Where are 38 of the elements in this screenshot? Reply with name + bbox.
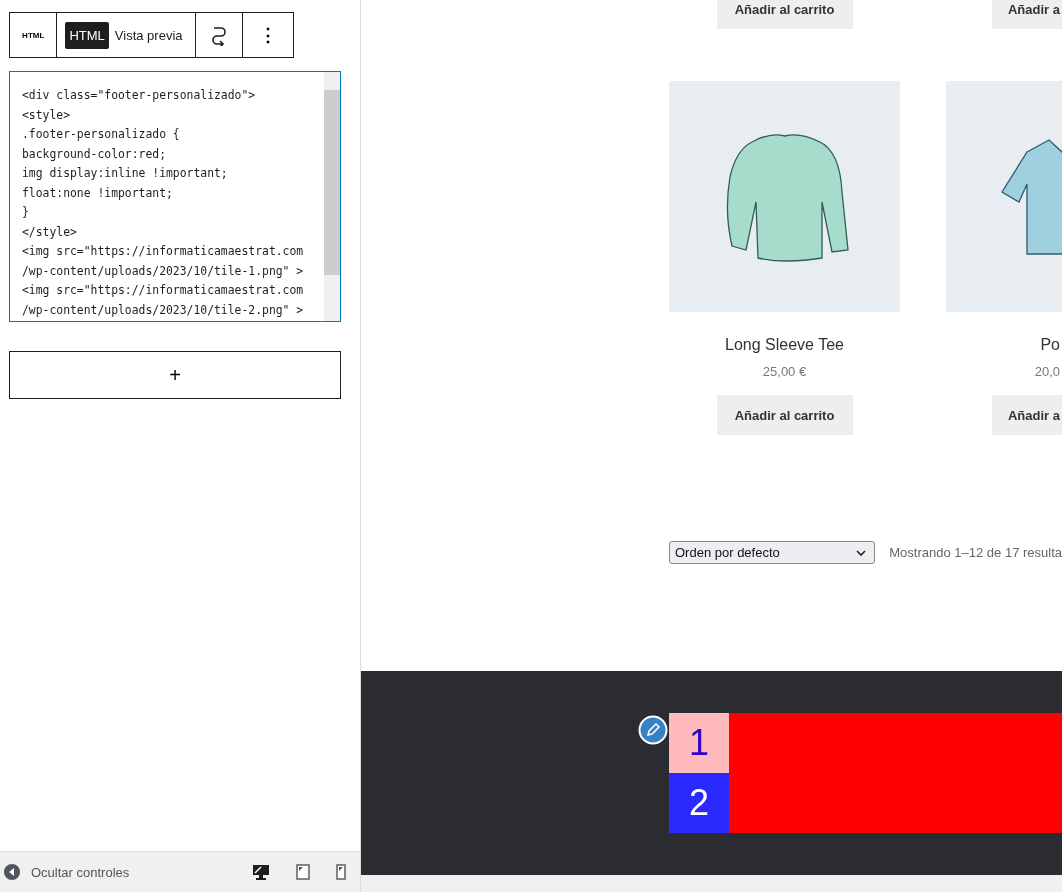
mode-tab[interactable]: HTML (65, 21, 109, 49)
collapse-icon[interactable] (4, 864, 20, 880)
code-editor[interactable] (9, 71, 341, 322)
number-tile: 2 (669, 773, 729, 833)
code-line: <style> (22, 106, 71, 124)
code-line: /wp-content/uploads/2023/10/tile-2.png" > (22, 301, 305, 319)
product-price: 20,0 (1034, 364, 1061, 379)
block-type-label: HTML (22, 30, 45, 40)
code-line: <img src="https://informaticamaestrat.com (22, 282, 305, 299)
add-to-cart-button[interactable]: Añadir a (992, 395, 1062, 435)
add-to-cart-button[interactable]: Añadir al carrito (716, 0, 853, 29)
code-line: .footer-personalizado { (22, 126, 181, 143)
code-line: img display:inline !important; (22, 165, 229, 182)
code-line: </style> (22, 223, 78, 241)
result-count: Mostrando 1–12 de 17 resulta (889, 545, 1062, 560)
add-to-cart-button[interactable]: Añadir al carrito (716, 395, 853, 435)
product-name[interactable]: Long Sleeve Tee (725, 336, 844, 354)
mode-tab[interactable]: Vista previa (110, 21, 187, 49)
scrollbar[interactable] (324, 72, 340, 321)
edit-icon[interactable] (638, 715, 668, 745)
more-options-button[interactable]: ⋮ (253, 23, 283, 47)
number-tile: 1 (669, 713, 729, 773)
code-line: <div class="footer-personalizado"> (22, 87, 257, 104)
chevron-icon (856, 549, 867, 556)
code-line: } (22, 204, 30, 221)
hide-controls-link[interactable]: Ocultar controles (31, 864, 130, 880)
desktop-icon[interactable] (252, 864, 270, 880)
product-name[interactable]: Po (1040, 336, 1062, 354)
product-price: 25,00 € (762, 364, 807, 379)
sort-dropdown[interactable]: Orden por defecto (669, 541, 876, 564)
mobile-icon[interactable] (336, 864, 346, 880)
code-line: /wp-content/uploads/2023/10/tile-1.png" > (22, 262, 305, 280)
tablet-icon[interactable] (296, 864, 310, 880)
code-line: background-color:red; (22, 145, 167, 163)
add-block-button[interactable]: + (9, 351, 341, 399)
code-line: <img src="https://informaticamaestrat.com (22, 243, 305, 260)
add-to-cart-button[interactable]: Añadir a (992, 0, 1062, 29)
code-line: float:none !important; (22, 184, 174, 202)
